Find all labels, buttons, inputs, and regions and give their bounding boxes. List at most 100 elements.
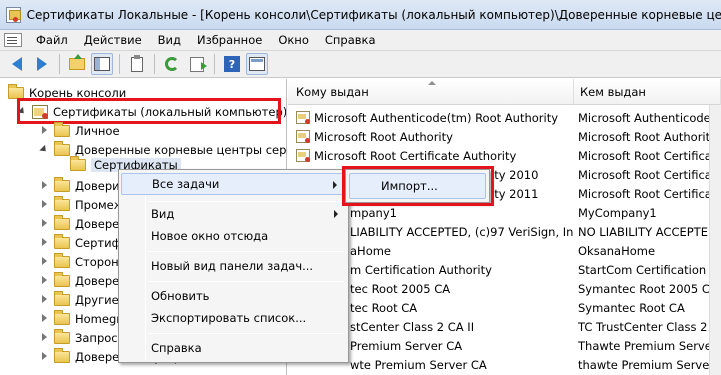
view-pane-button[interactable] — [246, 53, 268, 75]
refresh-button[interactable] — [161, 53, 183, 75]
folder-icon — [54, 309, 70, 325]
back-icon — [12, 57, 22, 71]
sort-ascending-icon — [428, 81, 436, 85]
menu-separator — [149, 201, 344, 202]
issued-to-cell: Microsoft Root Certificate Authority — [314, 148, 517, 163]
issued-by-cell: Microsoft Authenticode — [578, 110, 711, 125]
menu-window[interactable]: Окно — [270, 30, 317, 50]
issued-to-cell: aHome — [350, 243, 392, 258]
table-row[interactable]: Premium Server CA Thawte Premium Server C… — [288, 336, 721, 355]
folder-icon — [54, 121, 70, 137]
certificates-app-icon[interactable] — [6, 6, 21, 23]
table-row[interactable]: Microsoft Authenticode(tm) Root Authorit… — [288, 108, 721, 127]
table-row[interactable]: wte Premium Server CA thawte Premium Serv… — [288, 355, 721, 374]
column-header-issued-by[interactable]: Кем выдан — [574, 79, 721, 105]
menu-item-label: Справка — [151, 341, 202, 355]
collapse-arrow-icon[interactable] — [40, 333, 49, 342]
issued-to-cell: m Certification Authority — [350, 262, 492, 277]
vertical-scrollbar[interactable] — [709, 105, 721, 375]
column-header-issued-to[interactable]: Кому выдан — [288, 79, 574, 105]
menu-action[interactable]: Действие — [76, 30, 150, 50]
menu-item-all-tasks[interactable]: Все задачи — [121, 173, 346, 195]
collapse-arrow-icon[interactable] — [40, 200, 49, 209]
submenu-arrow-icon — [334, 210, 338, 218]
tree-item-store[interactable]: Сертиф — [40, 233, 121, 252]
certificate-icon — [296, 149, 310, 162]
menu-item-new-taskpad[interactable]: Новый вид панели задач... — [121, 255, 346, 277]
issued-by-cell: TC TrustCenter Class 2 CA — [578, 319, 721, 334]
properties-icon — [131, 54, 143, 72]
issued-to-cell: ity 2010 — [491, 167, 539, 182]
collapse-arrow-icon[interactable] — [40, 238, 49, 247]
properties-button[interactable] — [126, 53, 148, 75]
tree-item-personal[interactable]: Личное — [40, 121, 120, 140]
issued-by-cell: Symantec Root 2005 CA — [578, 281, 718, 296]
expand-arrow-icon[interactable] — [40, 145, 49, 154]
menu-view[interactable]: Вид — [150, 30, 189, 50]
collapse-arrow-icon[interactable] — [40, 126, 49, 135]
menu-item-label: Экспортировать список... — [151, 311, 307, 325]
tree-item-label: Homegr — [75, 311, 121, 326]
menu-help[interactable]: Справка — [317, 30, 384, 50]
menu-item-label: Все задачи — [152, 177, 220, 191]
menu-item-label: Новый вид панели задач... — [151, 259, 314, 273]
show-hide-tree-button[interactable] — [91, 53, 113, 75]
table-row[interactable]: m Certification Authority StartCom Certif… — [288, 260, 721, 279]
collapse-arrow-icon[interactable] — [40, 257, 49, 266]
tree-item-store[interactable]: Промеж — [40, 195, 124, 214]
collapse-arrow-icon[interactable] — [40, 295, 49, 304]
tree-item-label: Запрос — [75, 330, 118, 345]
tree-item-store[interactable]: Довери — [40, 176, 120, 195]
column-header-label: Кому выдан — [296, 85, 369, 99]
table-row[interactable]: Microsoft Root Certificate Authority Micr… — [288, 146, 721, 165]
certificate-icon — [296, 111, 310, 124]
menu-item-export-list[interactable]: Экспортировать список... — [121, 307, 346, 329]
issued-by-cell: Microsoft Root Certificate — [578, 167, 721, 182]
context-menu: Все задачи Вид Новое окно отсюда Новый в… — [118, 169, 349, 363]
collapse-arrow-icon[interactable] — [40, 314, 49, 323]
table-row[interactable]: tec Root 2005 CA Symantec Root 2005 CA — [288, 279, 721, 298]
collapse-arrow-icon[interactable] — [40, 181, 49, 190]
issued-to-cell: Premium Server CA — [350, 338, 463, 353]
issued-by-cell: Microsoft Root Certificate — [578, 186, 721, 201]
menu-item-new-window[interactable]: Новое окно отсюда — [121, 225, 346, 247]
tree-item-label: Довере — [75, 273, 120, 288]
tree-item-store[interactable]: Homegr — [40, 309, 121, 328]
table-row[interactable]: LIABILITY ACCEPTED, (c)97 VeriSign, Inc.… — [288, 222, 721, 241]
menu-item-view[interactable]: Вид — [121, 203, 346, 225]
menu-item-help[interactable]: Справка — [121, 337, 346, 359]
table-row[interactable]: stCenter Class 2 CA II TC TrustCenter Cla… — [288, 317, 721, 336]
submenu-arrow-icon — [333, 181, 337, 189]
forward-button[interactable] — [31, 53, 53, 75]
system-menu-icon[interactable] — [4, 33, 22, 47]
folder-icon — [54, 328, 70, 344]
export-list-button[interactable] — [186, 53, 208, 75]
menu-favorites[interactable]: Избранное — [189, 30, 270, 50]
tree-item-label: Личное — [75, 123, 120, 138]
tree-item-store[interactable]: Сторон — [40, 252, 119, 271]
tree-item-store[interactable]: Другие — [40, 290, 119, 309]
up-one-level-button[interactable] — [66, 53, 88, 75]
collapse-arrow-icon[interactable] — [40, 276, 49, 285]
collapse-arrow-icon[interactable] — [40, 352, 49, 361]
issued-by-cell: NO LIABILITY ACCEPTED, ( — [578, 224, 721, 239]
red-highlight-box — [342, 166, 494, 206]
menu-file[interactable]: Файл — [28, 30, 76, 50]
issued-to-cell: Microsoft Root Authority — [314, 129, 453, 144]
table-row[interactable]: tec Root CA Symantec Root CA — [288, 298, 721, 317]
tree-item-store[interactable]: Запрос — [40, 328, 118, 347]
issued-by-cell: thawte Premium Server CA — [578, 357, 721, 372]
table-row[interactable]: aHome OksanaHome — [288, 241, 721, 260]
table-row[interactable]: Microsoft Root Authority Microsoft Root A… — [288, 127, 721, 146]
tree-item-store[interactable]: Довере — [40, 271, 119, 290]
folder-icon — [8, 83, 24, 99]
folder-icon — [54, 271, 70, 287]
view-pane-icon — [249, 57, 265, 71]
window-title: Сертификаты Локальные - [Корень консоли\… — [26, 7, 721, 22]
back-button[interactable] — [6, 53, 28, 75]
tree-item-store[interactable]: Довере — [40, 214, 119, 233]
menu-separator — [149, 281, 344, 282]
help-button[interactable]: ? — [221, 53, 243, 75]
collapse-arrow-icon[interactable] — [40, 219, 49, 228]
menu-item-refresh[interactable]: Обновить — [121, 285, 346, 307]
